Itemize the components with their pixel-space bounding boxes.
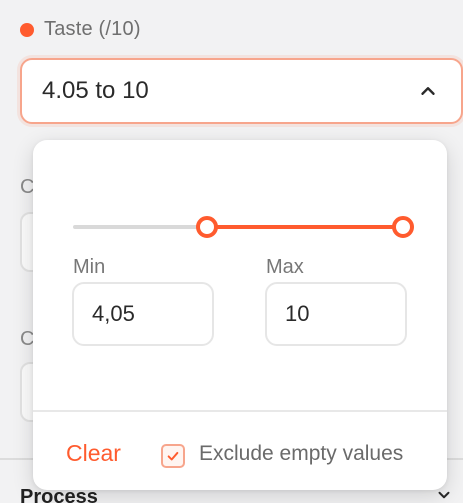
chevron-up-icon[interactable] (417, 80, 439, 102)
range-value: 4.05 to 10 (42, 77, 149, 104)
range-popover: Min Max Clear Exclude empty values (33, 140, 447, 490)
range-slider[interactable] (73, 214, 414, 240)
filter-panel: Taste (/10) 4.05 to 10 C C Process Min M… (0, 0, 463, 503)
filter-title: Taste (/10) (44, 18, 141, 40)
clear-button[interactable]: Clear (66, 440, 121, 467)
exclude-empty-label: Exclude empty values (199, 442, 404, 465)
min-label: Min (73, 256, 106, 278)
slider-max-handle[interactable] (392, 216, 414, 238)
popover-divider (33, 410, 447, 412)
filter-header: Taste (/10) (20, 18, 141, 41)
slider-fill (206, 225, 403, 229)
active-filter-dot-icon (20, 22, 34, 37)
max-label: Max (266, 256, 304, 278)
checkmark-icon (167, 451, 179, 461)
exclude-empty-checkbox[interactable] (161, 444, 185, 468)
max-input[interactable] (265, 282, 407, 346)
min-input[interactable] (72, 282, 214, 346)
slider-min-handle[interactable] (195, 216, 218, 238)
taste-range-dropdown[interactable]: 4.05 to 10 (20, 58, 463, 124)
